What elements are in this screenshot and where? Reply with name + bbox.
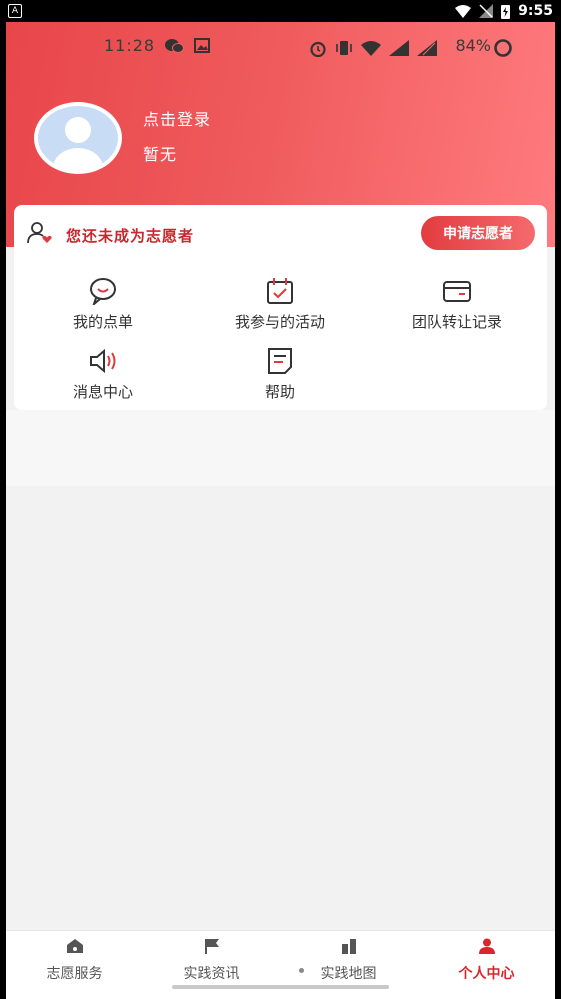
content-area xyxy=(6,410,555,930)
inner-time: 11:28 xyxy=(104,36,156,55)
battery-charging-icon xyxy=(501,4,511,19)
menu-item-team-transfer[interactable]: 团队转让记录 xyxy=(372,277,542,332)
tab-volunteer-service[interactable]: 志愿服务 xyxy=(6,937,143,983)
document-icon xyxy=(268,348,292,374)
wifi-icon xyxy=(455,4,472,18)
menu-item-messages[interactable]: 消息中心 xyxy=(18,347,188,402)
content-band xyxy=(6,410,555,486)
inner-status-bar: 11:28 84% xyxy=(6,34,555,58)
volunteer-status-text: 您还未成为志愿者 xyxy=(66,227,195,245)
alarm-icon xyxy=(310,41,326,57)
battery-percent: 84% xyxy=(455,36,491,55)
device-time: 9:55 xyxy=(518,3,553,19)
volunteer-status-row: 您还未成为志愿者 申请志愿者 xyxy=(14,205,547,263)
menu-item-my-activities[interactable]: 我参与的活动 xyxy=(195,277,365,332)
calendar-check-icon xyxy=(267,278,293,304)
home-icon xyxy=(66,939,83,953)
default-avatar-icon xyxy=(53,117,103,170)
tab-personal-center[interactable]: 个人中心 xyxy=(418,937,555,983)
flag-icon xyxy=(204,939,219,954)
signal-4g-icon xyxy=(389,40,409,56)
menu-item-label: 消息中心 xyxy=(72,383,133,401)
volunteer-person-heart-icon xyxy=(27,222,52,244)
speaker-icon xyxy=(90,348,116,374)
signal-5g-icon xyxy=(417,40,437,56)
card-icon xyxy=(443,281,471,302)
apply-volunteer-button[interactable]: 申请志愿者 xyxy=(421,216,535,250)
menu-item-my-orders[interactable]: 我的点单 xyxy=(18,277,188,332)
tab-practice-news[interactable]: 实践资讯 xyxy=(143,937,280,983)
vibrate-icon xyxy=(336,41,352,55)
no-signal-icon xyxy=(479,4,494,18)
tab-label: 个人中心 xyxy=(458,966,515,982)
menu-item-label: 我参与的活动 xyxy=(234,313,325,331)
profile-card: 您还未成为志愿者 申请志愿者 我的点单 我参与的活动 团队转让记录 消息中心 帮… xyxy=(14,205,547,410)
image-icon xyxy=(194,38,210,53)
menu-item-help[interactable]: 帮助 xyxy=(195,347,365,402)
avatar[interactable] xyxy=(34,102,122,174)
wifi-icon xyxy=(361,40,381,56)
login-link[interactable]: 点击登录 xyxy=(143,106,211,130)
menu-item-label: 团队转让记录 xyxy=(411,313,502,331)
menu-item-label: 帮助 xyxy=(264,383,295,401)
notification-badge: A xyxy=(8,4,22,18)
buildings-icon xyxy=(341,939,356,954)
menu-item-label: 我的点单 xyxy=(72,313,133,331)
user-info-text: 暂无 xyxy=(143,145,178,164)
wechat-icon xyxy=(165,39,184,53)
battery-ring-icon xyxy=(494,39,512,57)
person-icon xyxy=(478,938,495,954)
tab-label: 志愿服务 xyxy=(46,966,103,982)
tab-label: 实践地图 xyxy=(320,966,377,982)
app-screen: 11:28 84% 点击登录 暂无 您还未成为志愿者 申请志愿者 我的点单 我参… xyxy=(6,22,555,999)
tab-practice-map[interactable]: 实践地图 xyxy=(280,937,417,983)
home-indicator xyxy=(172,985,389,989)
smile-chat-icon xyxy=(90,278,116,305)
tab-label: 实践资讯 xyxy=(183,966,240,982)
device-status-bar: A 9:55 xyxy=(0,0,561,22)
